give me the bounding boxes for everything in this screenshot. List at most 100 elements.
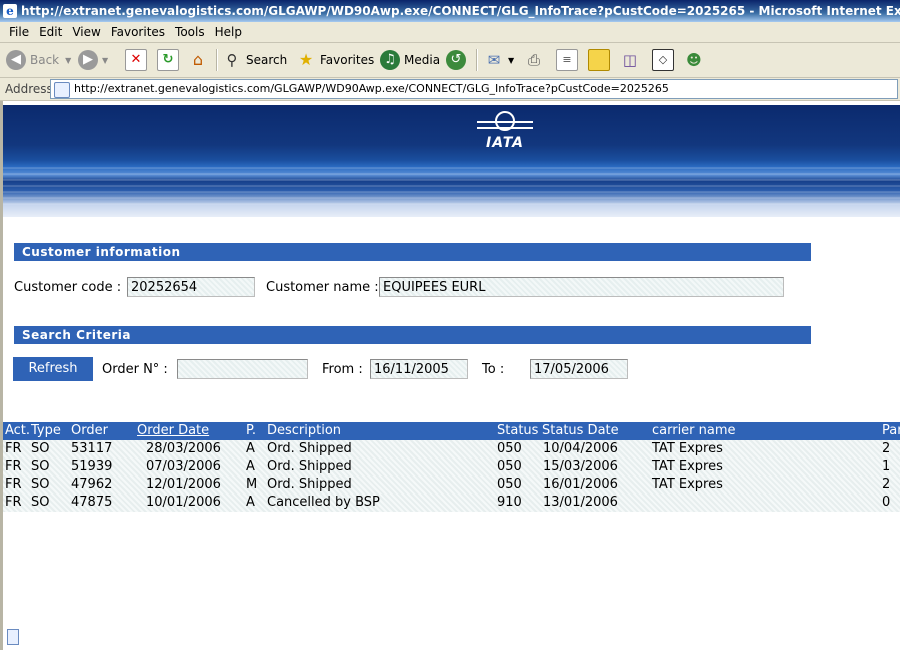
col-status[interactable]: Status <box>497 422 538 440</box>
research-button[interactable]: ◫ <box>620 48 644 72</box>
menu-file[interactable]: File <box>4 22 34 42</box>
stop-icon: ✕ <box>125 49 147 71</box>
cell-parcels: 0 <box>882 495 891 510</box>
cell-status: 910 <box>497 495 522 510</box>
cell-order-date: 07/03/2006 <box>146 459 221 474</box>
back-button[interactable]: ◀ Back ▼ <box>6 48 71 72</box>
search-icon: ⚲ <box>226 51 238 69</box>
customer-name-field[interactable]: EQUIPEES EURL <box>379 277 784 297</box>
cell-order: 51939 <box>71 459 113 474</box>
cell-status-date: 16/01/2006 <box>543 477 618 492</box>
col-order-date[interactable]: Order Date <box>137 422 209 440</box>
note-icon <box>588 49 610 71</box>
col-status-date[interactable]: Status Date <box>542 422 619 440</box>
mail-icon: ✉ <box>487 51 501 69</box>
media-button[interactable]: ♫ Media <box>380 48 440 72</box>
window-title: http://extranet.genevalogistics.com/GLGA… <box>21 4 900 18</box>
col-type[interactable]: Type <box>31 422 61 440</box>
col-act[interactable]: Act. <box>5 422 30 440</box>
toolbar-separator <box>476 49 478 71</box>
col-priority[interactable]: P. <box>246 422 256 440</box>
col-description[interactable]: Description <box>267 422 341 440</box>
cell-description: Ord. Shipped <box>267 441 352 456</box>
col-carrier-name[interactable]: carrier name <box>652 422 736 440</box>
col-order[interactable]: Order <box>71 422 108 440</box>
favorites-button[interactable]: ★ Favorites <box>296 48 374 72</box>
cell-act: FR <box>5 477 22 492</box>
table-row[interactable]: FR SO 51939 07/03/2006 A Ord. Shipped 05… <box>3 458 900 476</box>
table-row[interactable]: FR SO 47875 10/01/2006 A Cancelled by BS… <box>3 494 900 512</box>
edit-button[interactable]: ≡ <box>556 48 582 72</box>
history-icon: ↺ <box>446 50 466 70</box>
chevron-down-icon: ▼ <box>102 55 109 65</box>
menu-favorites[interactable]: Favorites <box>106 22 170 42</box>
wings-icon <box>477 121 533 129</box>
cell-carrier-name: TAT Expres <box>652 459 723 474</box>
refresh-browser-button[interactable]: ↻ <box>157 48 183 72</box>
menu-edit[interactable]: Edit <box>34 22 67 42</box>
stop-button[interactable]: ✕ <box>125 48 151 72</box>
cell-description: Cancelled by BSP <box>267 495 380 510</box>
window-title-bar: e http://extranet.genevalogistics.com/GLG… <box>0 0 900 22</box>
cell-priority: A <box>246 495 255 510</box>
back-label: Back <box>30 53 60 67</box>
toolbar-separator <box>216 49 218 71</box>
col-parcels[interactable]: Par <box>882 422 900 440</box>
printer-icon: ⎙ <box>527 51 540 69</box>
mail-button[interactable]: ✉ ▼ <box>484 48 514 72</box>
chevron-down-icon: ▼ <box>65 55 72 65</box>
address-label: Address <box>5 82 53 96</box>
cell-carrier-name: TAT Expres <box>652 441 723 456</box>
order-number-input[interactable] <box>177 359 308 379</box>
cell-status-date: 13/01/2006 <box>543 495 618 510</box>
print-button[interactable]: ⎙ <box>524 48 548 72</box>
window-icon: ◇ <box>652 49 674 71</box>
cell-order: 47962 <box>71 477 113 492</box>
address-bar: Address http://extranet.genevalogistics.… <box>0 78 900 101</box>
to-date-input[interactable]: 17/05/2006 <box>530 359 628 379</box>
logo-text: IATA <box>485 135 524 151</box>
back-arrow-icon: ◀ <box>6 50 26 70</box>
history-button[interactable]: ↺ <box>446 48 470 72</box>
messenger-button[interactable]: ☻ <box>684 48 708 72</box>
edit-page-icon: ≡ <box>556 49 578 71</box>
forward-button[interactable]: ▶ ▼ <box>78 48 108 72</box>
cell-status: 050 <box>497 441 522 456</box>
media-label: Media <box>404 53 441 67</box>
page-content: IATA Customer information Customer code … <box>0 101 900 650</box>
customer-name-label: Customer name : <box>266 280 379 295</box>
menu-tools[interactable]: Tools <box>170 22 210 42</box>
customer-code-field[interactable]: 20252654 <box>127 277 255 297</box>
table-row[interactable]: FR SO 53117 28/03/2006 A Ord. Shipped 05… <box>3 440 900 458</box>
refresh-button[interactable]: Refresh <box>13 357 93 381</box>
cell-type: SO <box>31 441 50 456</box>
cell-priority: A <box>246 441 255 456</box>
table-header: Act. Type Order Order Date P. Descriptio… <box>3 422 900 440</box>
cell-order: 53117 <box>71 441 113 456</box>
cell-parcels: 1 <box>882 459 891 474</box>
menu-view[interactable]: View <box>67 22 105 42</box>
discuss-button[interactable] <box>588 48 614 72</box>
status-page-icon <box>7 629 19 645</box>
cell-priority: A <box>246 459 255 474</box>
banner-stripes <box>3 167 900 207</box>
menu-help[interactable]: Help <box>210 22 247 42</box>
search-criteria-header: Search Criteria <box>14 326 811 344</box>
address-input[interactable]: http://extranet.genevalogistics.com/GLGA… <box>50 79 898 99</box>
research-icon: ◫ <box>622 51 638 69</box>
cell-status: 050 <box>497 459 522 474</box>
internet-explorer-icon: e <box>3 4 17 18</box>
search-button[interactable]: ⚲ Search <box>222 48 288 72</box>
cell-order-date: 10/01/2006 <box>146 495 221 510</box>
table-row[interactable]: FR SO 47962 12/01/2006 M Ord. Shipped 05… <box>3 476 900 494</box>
favorites-label: Favorites <box>320 53 375 67</box>
messenger-window-button[interactable]: ◇ <box>652 48 678 72</box>
cell-order-date: 12/01/2006 <box>146 477 221 492</box>
cell-priority: M <box>246 477 258 492</box>
messenger-icon: ☻ <box>686 51 702 69</box>
from-date-input[interactable]: 16/11/2005 <box>370 359 468 379</box>
home-button[interactable]: ⌂ <box>188 48 212 72</box>
cell-act: FR <box>5 459 22 474</box>
cell-status-date: 10/04/2006 <box>543 441 618 456</box>
customer-info-header: Customer information <box>14 243 811 261</box>
